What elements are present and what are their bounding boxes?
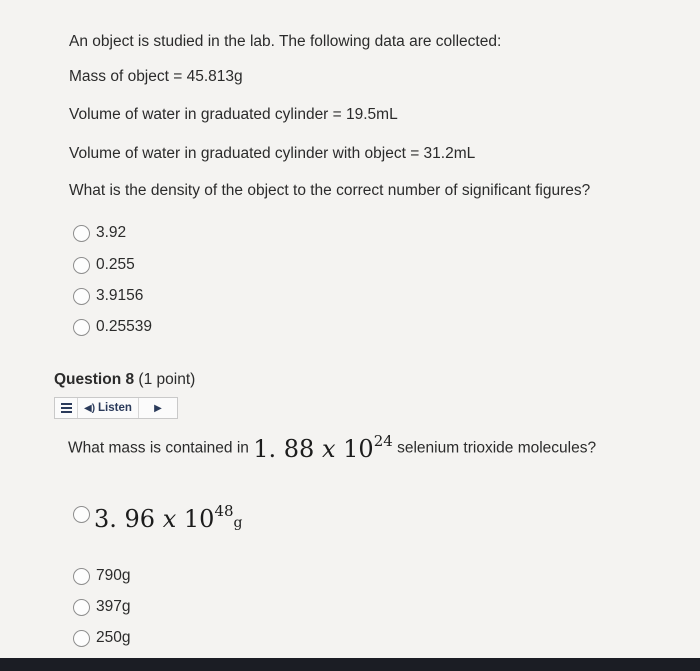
listen-toolbar: ◀) Listen ▶: [54, 397, 178, 419]
option-label: 790g: [96, 567, 131, 584]
base: 10: [343, 435, 374, 463]
q8-option-4[interactable]: 250g: [73, 629, 130, 647]
radio-button[interactable]: [73, 506, 90, 523]
exponent: 24: [373, 432, 393, 450]
q7-option-3[interactable]: 3.9156: [73, 287, 143, 305]
question-8-title: Question 8 (1 point): [54, 371, 195, 389]
play-button[interactable]: ▶: [139, 403, 177, 414]
option-label: 0.25539: [96, 318, 153, 335]
q7-option-1[interactable]: 3.92: [73, 224, 126, 242]
listen-button[interactable]: ◀) Listen: [78, 398, 139, 418]
density-question: What is the density of the object to the…: [69, 182, 591, 199]
unit: g: [233, 515, 243, 531]
option-label: 250g: [96, 629, 131, 646]
question-suffix: selenium trioxide molecules?: [397, 439, 597, 457]
mass-line: Mass of object = 45.813g: [69, 68, 243, 85]
radio-button[interactable]: [73, 318, 90, 336]
base: 10: [183, 505, 215, 533]
option-label: 3.9156: [96, 287, 144, 304]
mantissa: 1. 88: [253, 435, 315, 463]
volume-with-object-line: Volume of water in graduated cylinder wi…: [69, 145, 476, 162]
volume-water-line: Volume of water in graduated cylinder = …: [69, 106, 398, 123]
question-prefix: What mass is contained in: [68, 439, 249, 457]
radio-button[interactable]: [73, 629, 90, 647]
exponent: 48: [214, 502, 234, 520]
intro-statement: An object is studied in the lab. The fol…: [69, 33, 502, 50]
quiz-page: An object is studied in the lab. The fol…: [0, 0, 700, 671]
radio-button[interactable]: [73, 287, 90, 305]
q7-option-4[interactable]: 0.25539: [73, 318, 152, 336]
q7-option-2[interactable]: 0.255: [73, 256, 135, 274]
times-symbol: x: [321, 435, 336, 463]
radio-button[interactable]: [73, 256, 90, 274]
scientific-number: 1. 88 x 1024: [253, 432, 393, 463]
listen-label: Listen: [98, 402, 132, 414]
play-icon: ▶: [154, 402, 162, 414]
option-label: 397g: [96, 598, 131, 615]
q8-option-2[interactable]: 790g: [73, 567, 130, 585]
q8-option-3[interactable]: 397g: [73, 598, 130, 616]
radio-button[interactable]: [73, 224, 90, 242]
radio-button[interactable]: [73, 567, 90, 585]
q8-option-1[interactable]: 3. 96 x 1048g: [73, 502, 243, 533]
option-label: 0.255: [96, 256, 135, 273]
radio-button[interactable]: [73, 598, 90, 616]
taskbar-strip: [0, 658, 700, 671]
option-label: 3.92: [96, 224, 127, 241]
mantissa: 3. 96: [94, 505, 156, 533]
times-symbol: x: [162, 505, 177, 533]
question-points: (1 point): [138, 371, 196, 388]
option-label: 3. 96 x 1048g: [94, 502, 243, 533]
speaker-icon: ◀): [84, 402, 96, 414]
question-number: Question 8: [54, 371, 135, 388]
menu-icon[interactable]: [55, 398, 78, 418]
question-8-text: What mass is contained in 1. 88 x 1024 s…: [68, 432, 597, 463]
